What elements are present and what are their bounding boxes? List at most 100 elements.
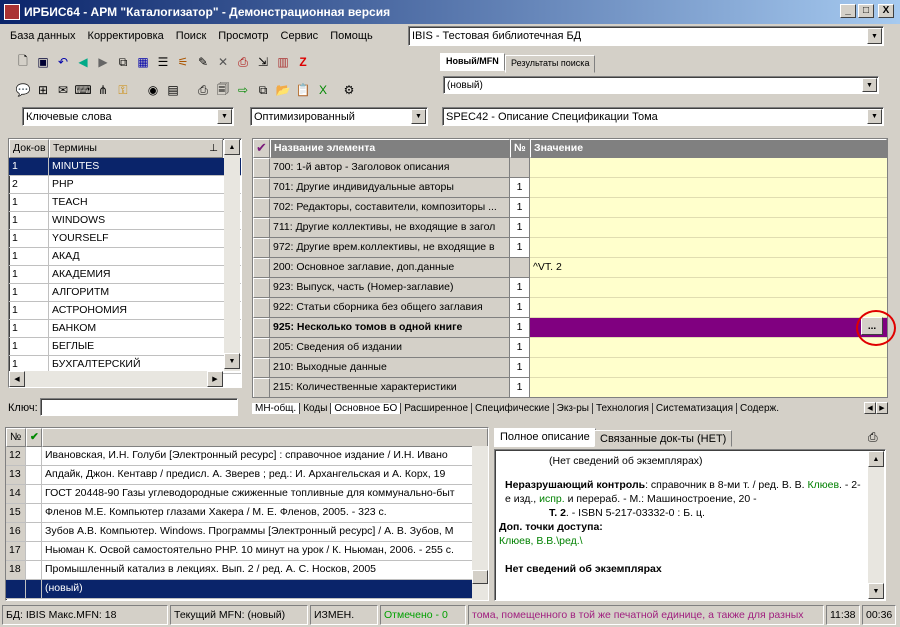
access-points-value[interactable]: Клюев, В.В.\ред.\	[499, 534, 865, 548]
element-value[interactable]	[530, 178, 887, 198]
scroll-left-icon[interactable]: ◀	[9, 371, 25, 387]
element-value[interactable]	[530, 198, 887, 218]
row-indicator[interactable]	[253, 358, 270, 378]
row-indicator[interactable]	[253, 158, 270, 178]
row-indicator[interactable]	[253, 338, 270, 358]
tab-contents[interactable]: Содерж.	[737, 403, 782, 414]
import-icon[interactable]: ⎙	[234, 53, 252, 71]
delete-icon[interactable]: ✕	[214, 53, 232, 71]
record-row[interactable]: 18 Промышленный катализ в лекциях. Вып. 2…	[6, 561, 488, 580]
dictionary-row[interactable]: 1 БЕГЛЫЕ	[9, 338, 241, 356]
record-row[interactable]: 12 Ивановская, И.Н. Голуби [Электронный р…	[6, 447, 488, 466]
tab-specific[interactable]: Специфические	[472, 402, 554, 414]
correction-link[interactable]: испр.	[539, 493, 565, 505]
record-row[interactable]: 14 ГОСТ 20448-90 Газы углеводородные сжиж…	[6, 485, 488, 504]
row-indicator[interactable]	[253, 378, 270, 397]
row-indicator[interactable]	[253, 258, 270, 278]
worksheet-row[interactable]: 711: Другие коллективы, не входящие в за…	[253, 218, 887, 238]
record-row[interactable]: 16 Зубов А.В. Компьютер. Windows. Програм…	[6, 523, 488, 542]
record-num-header[interactable]: №	[6, 428, 26, 447]
element-value[interactable]	[530, 378, 887, 397]
dictionary-list[interactable]: Док-ов Термины ⊥ 1 MINUTES 2 PHP 1 TEACH 1 WINDO…	[8, 138, 242, 388]
check-column-header[interactable]: ✔	[253, 139, 270, 158]
tab-next-icon[interactable]: ▶	[876, 402, 888, 414]
worksheet-grid[interactable]: ✔ Название элемента № Значение 700: 1-й …	[252, 138, 888, 398]
tab-search-results[interactable]: Результаты поиска	[505, 55, 596, 73]
element-value[interactable]	[530, 318, 887, 338]
menu-edit[interactable]: Корректировка	[82, 30, 170, 42]
dictionary-select[interactable]: Ключевые слова ▼	[22, 107, 234, 126]
chevron-down-icon[interactable]: ▼	[217, 109, 232, 124]
records-scrollbar[interactable]	[472, 446, 488, 600]
dictionary-row[interactable]: 1 АСТРОНОМИЯ	[9, 302, 241, 320]
dictionary-scrollbar[interactable]: ▲ ▼	[224, 139, 240, 371]
worksheet-row[interactable]: 702: Редакторы, составители, композиторы…	[253, 198, 887, 218]
element-value[interactable]	[530, 278, 887, 298]
export-icon[interactable]: ⇲	[254, 53, 272, 71]
print-icon[interactable]: ⎙	[868, 430, 878, 445]
chevron-down-icon[interactable]: ▼	[862, 78, 877, 92]
back-icon[interactable]: ◀	[74, 53, 92, 71]
menu-service[interactable]: Сервис	[275, 30, 325, 42]
report-icon[interactable]: ⊞	[34, 81, 52, 99]
settings-icon[interactable]: ⚙	[340, 81, 358, 99]
value-header[interactable]: Значение	[530, 139, 887, 158]
key-input[interactable]	[40, 398, 238, 416]
record-row[interactable]: 15 Фленов М.Е. Компьютер глазами Хакера /…	[6, 504, 488, 523]
dictionary-row[interactable]: 1 АКАД	[9, 248, 241, 266]
book-icon[interactable]: ▥	[274, 53, 292, 71]
new-doc-icon[interactable]: 🗋	[14, 53, 32, 71]
record-check[interactable]	[26, 561, 42, 579]
worksheet-row[interactable]: 215: Количественные характеристики 1	[253, 378, 887, 397]
edit-icon[interactable]: ✎	[194, 53, 212, 71]
tab-technology[interactable]: Технология	[593, 402, 653, 414]
dictionary-row[interactable]: 1 БАНКОМ	[9, 320, 241, 338]
record-check-header[interactable]: ✔	[26, 428, 42, 447]
record-row[interactable]: 13 Апдайк, Джон. Кентавр / предисл. А. Зв…	[6, 466, 488, 485]
row-indicator[interactable]	[253, 238, 270, 258]
tab-systematization[interactable]: Систематизация	[653, 402, 738, 414]
element-value[interactable]	[530, 158, 887, 178]
undo-icon[interactable]: ↶	[54, 53, 72, 71]
tab-linked-docs[interactable]: Связанные док-ты (НЕТ)	[594, 430, 733, 447]
worksheet-row[interactable]: 922: Статьи сборника без общего заглавия…	[253, 298, 887, 318]
scroll-up-icon[interactable]: ▲	[868, 451, 884, 467]
preview-icon[interactable]: ◉	[144, 81, 162, 99]
records-list[interactable]: № ✔ 12 Ивановская, И.Н. Голуби [Электронн…	[5, 427, 489, 601]
print-preview-icon[interactable]: 🗐	[214, 81, 232, 99]
menu-search[interactable]: Поиск	[170, 30, 212, 42]
mail-icon[interactable]: ✉	[54, 81, 72, 99]
print-icon[interactable]: ⎙	[194, 81, 212, 99]
save-icon[interactable]: ▣	[34, 53, 52, 71]
row-indicator[interactable]	[253, 218, 270, 238]
chevron-down-icon[interactable]: ▼	[867, 109, 882, 124]
list-icon[interactable]: ☰	[154, 53, 172, 71]
worksheet-row[interactable]: 972: Другие врем.коллективы, не входящие…	[253, 238, 887, 258]
pin-icon[interactable]: ⊥	[209, 140, 218, 157]
row-indicator[interactable]	[253, 278, 270, 298]
record-check[interactable]	[26, 580, 42, 598]
minimize-button[interactable]: _	[840, 4, 856, 18]
database-select[interactable]: IBIS - Тестовая библиотечная БД ▼	[408, 26, 884, 46]
record-check[interactable]	[26, 542, 42, 560]
dictionary-row[interactable]: 1 АКАДЕМИЯ	[9, 266, 241, 284]
dictionary-row[interactable]: 1 АЛГОРИТМ	[9, 284, 241, 302]
scroll-down-icon[interactable]: ▼	[868, 583, 884, 599]
z3950-icon[interactable]: Z	[294, 53, 312, 71]
worksheet-select[interactable]: SPEC42 - Описание Спецификации Тома ▼	[442, 107, 884, 126]
description-scrollbar[interactable]: ▲ ▼	[868, 451, 884, 599]
record-desc-header[interactable]	[42, 428, 488, 447]
editor-link[interactable]: Клюев	[808, 479, 840, 491]
paste-icon[interactable]: 📋	[294, 81, 312, 99]
key-icon[interactable]: ⚿	[114, 81, 132, 99]
scroll-down-icon[interactable]: ▼	[224, 353, 240, 369]
tree-icon[interactable]: ⚟	[174, 53, 192, 71]
dictionary-row[interactable]: 1 MINUTES	[9, 158, 241, 176]
tab-full-description[interactable]: Полное описание	[494, 428, 596, 447]
new-record-select[interactable]: (новый) ▼	[443, 76, 879, 94]
record-row[interactable]: 17 Ньюман К. Освой самостоятельно PHP. 10…	[6, 542, 488, 561]
dictionary-row[interactable]: 1 WINDOWS	[9, 212, 241, 230]
tab-extended[interactable]: Расширенное	[401, 402, 473, 414]
tab-prev-icon[interactable]: ◀	[864, 402, 876, 414]
forward-icon[interactable]: ▶	[94, 53, 112, 71]
